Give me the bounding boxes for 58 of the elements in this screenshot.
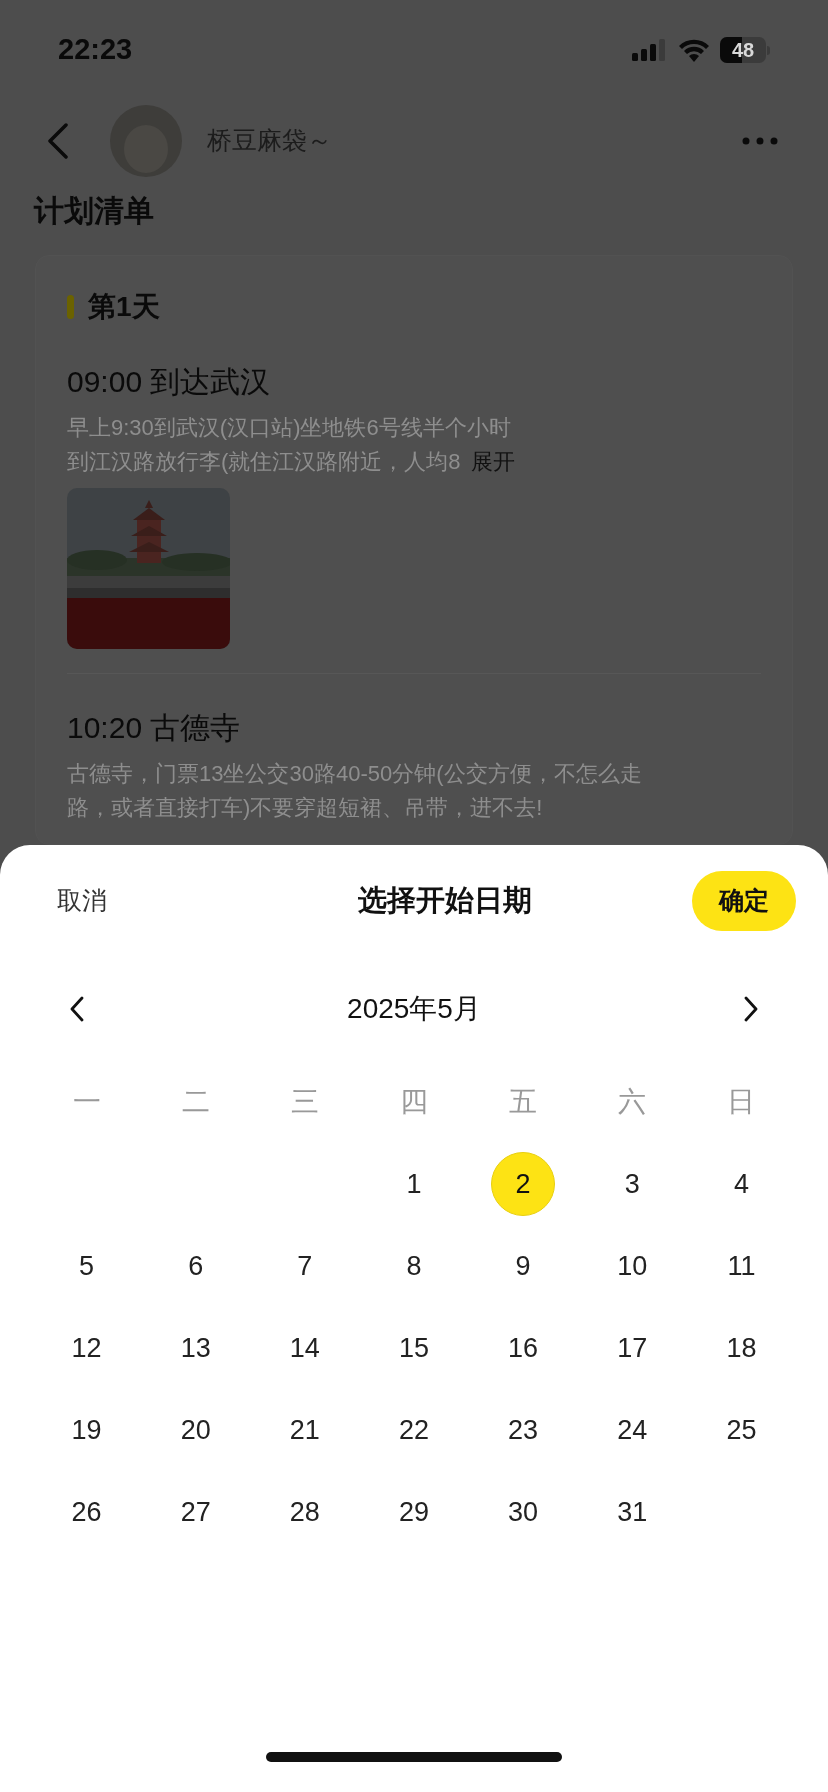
calendar-day[interactable]: 23	[491, 1398, 556, 1462]
sheet-title: 选择开始日期	[357, 883, 532, 919]
chevron-left-icon	[70, 996, 84, 1022]
calendar-day[interactable]: 21	[272, 1398, 337, 1462]
weekday-label: 六	[618, 1085, 647, 1119]
weekday-label: 三	[290, 1085, 319, 1119]
calendar-day[interactable]: 4	[709, 1152, 774, 1216]
calendar-day[interactable]: 5	[54, 1234, 119, 1298]
calendar-day[interactable]: 19	[54, 1398, 119, 1462]
cancel-button[interactable]: 取消	[57, 882, 157, 920]
day-label: 第1天	[88, 290, 160, 324]
plan-item-description: 早上9:30到武汉(汉口站)坐地铁6号线半个小时	[67, 413, 511, 442]
calendar-day[interactable]: 9	[491, 1234, 556, 1298]
calendar-day[interactable]: 8	[382, 1234, 446, 1298]
confirm-button[interactable]: 确定	[692, 871, 796, 931]
calendar-day[interactable]: 25	[709, 1398, 774, 1462]
calendar-day[interactable]: 27	[163, 1480, 228, 1544]
calendar-day[interactable]: 7	[272, 1234, 337, 1298]
calendar-day[interactable]: 22	[382, 1398, 446, 1462]
calendar-day[interactable]: 11	[709, 1234, 774, 1298]
signal-icon	[632, 39, 668, 61]
weekday-label: 五	[509, 1085, 538, 1119]
chevron-right-icon	[744, 996, 758, 1022]
plan-item-description: 到江汉路放行李(就住江汉路附近，人均8	[67, 447, 461, 476]
battery-level: 48	[731, 38, 755, 63]
weekday-label: 四	[400, 1085, 428, 1119]
calendar-day[interactable]: 30	[491, 1480, 556, 1544]
calendar-day[interactable]: 28	[272, 1480, 337, 1544]
status-time: 22:23	[58, 32, 133, 68]
calendar-day[interactable]: 26	[54, 1480, 119, 1544]
page-title: 计划清单	[32, 193, 155, 229]
calendar-day[interactable]: 6	[163, 1234, 228, 1298]
calendar-day[interactable]: 14	[272, 1316, 337, 1380]
calendar-day[interactable]: 2	[491, 1152, 556, 1216]
plan-item-description: 古德寺，门票13坐公交30路40-50分钟(公交方便，不怎么走	[67, 759, 642, 788]
calendar-day[interactable]: 10	[600, 1234, 665, 1298]
plan-item-description: 路，或者直接打车)不要穿超短裙、吊带，进不去!	[67, 793, 543, 822]
weekday-label: 一	[72, 1085, 101, 1119]
weekday-label: 二	[181, 1085, 210, 1119]
month-label: 2025年5月	[347, 992, 481, 1026]
calendar-day[interactable]: 16	[491, 1316, 556, 1380]
day-marker	[67, 295, 74, 319]
calendar-day[interactable]: 13	[163, 1316, 228, 1380]
calendar-day[interactable]: 15	[382, 1316, 446, 1380]
calendar-day[interactable]: 12	[54, 1316, 119, 1380]
more-icon	[742, 137, 778, 145]
calendar-day[interactable]: 20	[163, 1398, 228, 1462]
calendar-day[interactable]: 31	[600, 1480, 665, 1544]
weekday-label: 日	[727, 1085, 756, 1119]
calendar-day[interactable]: 29	[382, 1480, 446, 1544]
wifi-icon	[678, 38, 710, 62]
calendar-day[interactable]: 24	[600, 1398, 665, 1462]
calendar-day[interactable]: 18	[709, 1316, 774, 1380]
calendar-day[interactable]: 1	[382, 1152, 446, 1216]
more-button[interactable]	[742, 137, 778, 145]
calendar-day[interactable]: 3	[600, 1152, 665, 1216]
back-icon	[47, 123, 69, 159]
calendar-day[interactable]: 17	[600, 1316, 665, 1380]
